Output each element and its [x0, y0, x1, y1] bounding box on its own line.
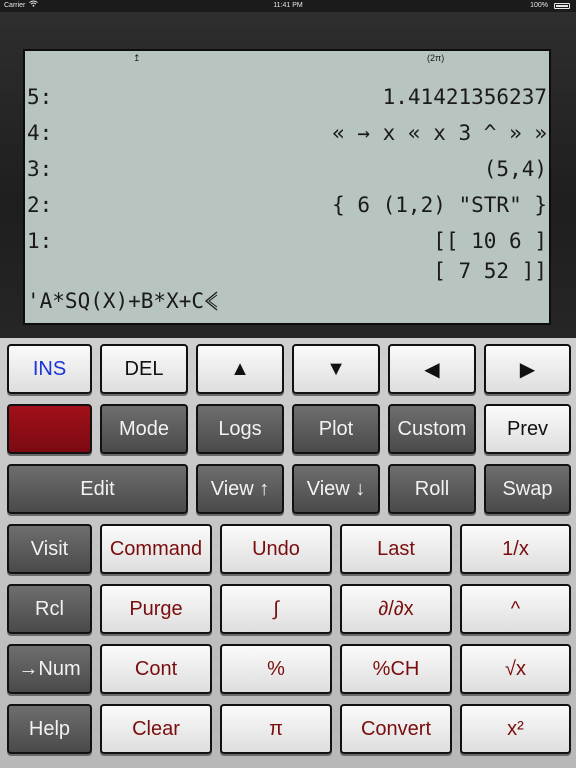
- ins-key[interactable]: INS: [7, 344, 92, 394]
- mode-key[interactable]: Mode: [100, 404, 188, 454]
- down-arrow-key[interactable]: ▼: [292, 344, 380, 394]
- stack-level-label: 4:: [27, 121, 53, 145]
- undo-key[interactable]: Undo: [220, 524, 332, 574]
- sqrt-key[interactable]: √x: [460, 644, 571, 694]
- annunciator-angle-mode: (2π): [427, 53, 445, 63]
- left-arrow-key[interactable]: ◀: [388, 344, 476, 394]
- cont-key[interactable]: Cont: [100, 644, 212, 694]
- stack-level-value: 1.41421356237: [382, 85, 547, 109]
- command-line[interactable]: 'A*SQ(X)+B*X+C: [27, 289, 218, 313]
- integral-key[interactable]: ∫: [220, 584, 332, 634]
- stack-level-label: 1:: [27, 229, 53, 253]
- status-bar: Carrier 11:41 PM 100%: [0, 0, 576, 12]
- command-line-text: 'A*SQ(X)+B*X+C: [27, 289, 205, 313]
- logs-key[interactable]: Logs: [196, 404, 284, 454]
- battery-icon: [554, 3, 570, 9]
- command-key[interactable]: Command: [100, 524, 212, 574]
- derivative-key[interactable]: ∂/∂x: [340, 584, 452, 634]
- clock: 11:41 PM: [273, 2, 303, 9]
- up-arrow-key[interactable]: ▲: [196, 344, 284, 394]
- prev-key[interactable]: Prev: [484, 404, 571, 454]
- stack-level-value: { 6 (1,2) "STR" }: [332, 193, 547, 217]
- lcd-screen: ↥ (2π) 5: 1.41421356237 4: « → x « x 3 ^…: [23, 49, 551, 325]
- inverse-key[interactable]: 1/x: [460, 524, 571, 574]
- stack-level-label: 5:: [27, 85, 53, 109]
- view-down-key[interactable]: View ↓: [292, 464, 380, 514]
- cursor-icon: [204, 290, 218, 312]
- custom-key[interactable]: Custom: [388, 404, 476, 454]
- right-arrow-key[interactable]: ▶: [484, 344, 571, 394]
- to-num-key[interactable]: →Num: [7, 644, 92, 694]
- help-key[interactable]: Help: [7, 704, 92, 754]
- roll-key[interactable]: Roll: [388, 464, 476, 514]
- clear-key[interactable]: Clear: [100, 704, 212, 754]
- pi-key[interactable]: π: [220, 704, 332, 754]
- percent-key[interactable]: %: [220, 644, 332, 694]
- rcl-key[interactable]: Rcl: [7, 584, 92, 634]
- stack-level-value-continued: [ 7 52 ]]: [433, 259, 547, 283]
- stack-level-value: (5,4): [483, 157, 547, 181]
- power-key[interactable]: ^: [460, 584, 571, 634]
- keypad: INS DEL ▲ ▼ ◀ ▶ Mode Logs Plot Custom Pr…: [0, 338, 576, 768]
- swap-key[interactable]: Swap: [484, 464, 571, 514]
- stack-level-value: [[ 10 6 ]: [433, 229, 547, 253]
- square-key[interactable]: x²: [460, 704, 571, 754]
- purge-key[interactable]: Purge: [100, 584, 212, 634]
- annunciator-arrow: ↥: [133, 53, 141, 63]
- edit-key[interactable]: Edit: [7, 464, 188, 514]
- shift-key[interactable]: [7, 404, 92, 454]
- del-key[interactable]: DEL: [100, 344, 188, 394]
- percent-change-key[interactable]: %CH: [340, 644, 452, 694]
- last-key[interactable]: Last: [340, 524, 452, 574]
- stack-level-label: 3:: [27, 157, 53, 181]
- stack-level-label: 2:: [27, 193, 53, 217]
- convert-key[interactable]: Convert: [340, 704, 452, 754]
- view-up-key[interactable]: View ↑: [196, 464, 284, 514]
- battery-percent: 100%: [530, 2, 548, 9]
- visit-key[interactable]: Visit: [7, 524, 92, 574]
- stack-level-value: « → x « x 3 ^ » »: [332, 121, 547, 145]
- plot-key[interactable]: Plot: [292, 404, 380, 454]
- display-bezel: ↥ (2π) 5: 1.41421356237 4: « → x « x 3 ^…: [0, 12, 576, 338]
